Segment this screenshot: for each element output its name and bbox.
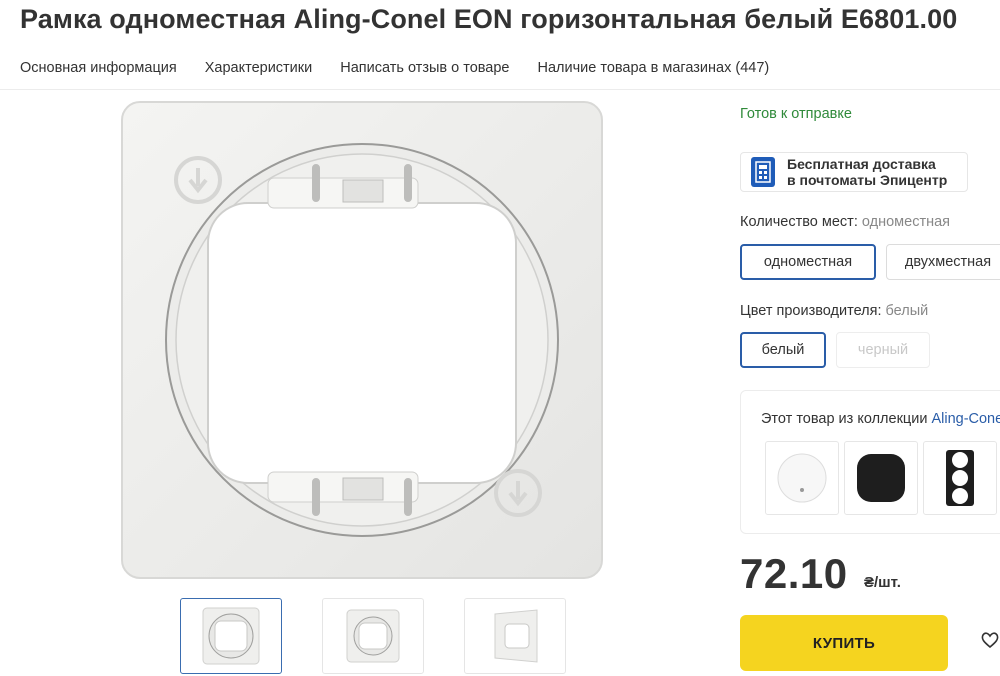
thumbnail-strip (180, 598, 566, 674)
collection-item-black-switch[interactable] (844, 441, 918, 515)
delivery-line-1: Бесплатная доставка (787, 156, 936, 172)
option-single-place[interactable]: одноместная (740, 244, 876, 280)
product-title: Рамка одноместная Aling-Conel EON горизо… (20, 4, 958, 34)
price-unit: ₴/шт. (864, 574, 901, 591)
delivery-line-2: в почтоматы Эпицентр (787, 172, 948, 188)
color-label: Цвет производителя: белый (740, 303, 928, 319)
places-count-label: Количество мест: одноместная (740, 214, 950, 230)
main-product-image[interactable] (118, 98, 606, 582)
color-label-value: белый (885, 303, 929, 319)
collection-item-white-switch[interactable] (765, 441, 839, 515)
tab-main-info[interactable]: Основная информация (20, 60, 177, 82)
tab-specifications[interactable]: Характеристики (205, 60, 313, 82)
parcel-locker-icon (751, 157, 775, 187)
thumbnail-angle[interactable] (322, 598, 424, 674)
option-color-black[interactable]: черный (836, 332, 930, 368)
white-switch-icon (777, 453, 827, 503)
places-label-value: одноместная (861, 214, 951, 230)
thumbnail-front[interactable] (180, 598, 282, 674)
heart-icon[interactable] (980, 630, 1000, 652)
option-double-place[interactable]: двухместная (886, 244, 1000, 280)
black-switch-icon (857, 454, 905, 502)
frame-thumbnail-angle-icon (346, 609, 400, 663)
tab-store-availability[interactable]: Наличие товара в магазинах (447) (538, 60, 770, 82)
buy-button[interactable]: КУПИТЬ (740, 615, 948, 671)
header-divider (0, 89, 1000, 90)
thumbnail-side[interactable] (464, 598, 566, 674)
product-tabs: Основная информация Характеристики Напис… (20, 60, 797, 82)
triple-frame-icon (946, 450, 974, 506)
ready-to-ship-status: Готов к отправке (740, 106, 852, 122)
free-delivery-badge[interactable]: Бесплатная доставка в почтоматы Эпицентр (740, 152, 968, 192)
frame-thumbnail-front-icon (202, 607, 260, 665)
collection-box: Этот товар из коллекции Aling-Conel EON (740, 390, 1000, 534)
collection-item-triple-frame[interactable] (923, 441, 997, 515)
frame-photo-icon (121, 101, 603, 579)
color-label-text: Цвет производителя: (740, 303, 882, 319)
frame-thumbnail-side-icon (494, 609, 538, 663)
collection-text: Этот товар из коллекции (761, 411, 928, 427)
places-label-text: Количество мест: (740, 214, 858, 230)
price-value: 72.10 (740, 550, 848, 597)
option-color-white[interactable]: белый (740, 332, 826, 368)
tab-write-review[interactable]: Написать отзыв о товаре (340, 60, 509, 82)
collection-link[interactable]: Aling-Conel EON (931, 411, 1000, 427)
